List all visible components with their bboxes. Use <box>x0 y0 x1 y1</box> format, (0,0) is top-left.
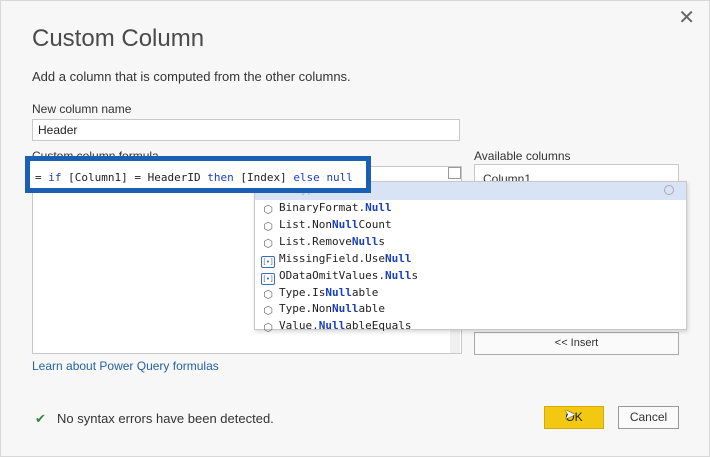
formula-keyword-if: if <box>48 171 62 184</box>
new-column-name-label: New column name <box>32 102 132 116</box>
formula-part: = <box>35 171 49 184</box>
formula-keyword-then: then <box>207 171 234 184</box>
field-icon: [•] <box>261 255 275 268</box>
autocomplete-item-match: Null <box>384 251 412 265</box>
function-icon: ⬡ <box>263 219 273 233</box>
autocomplete-item[interactable]: ⬡ BinaryFormat.Null <box>261 201 681 218</box>
autocomplete-item[interactable]: ⬡ List.NonNullCount <box>261 218 681 235</box>
autocomplete-item-match: Null <box>325 285 352 299</box>
learn-power-query-link[interactable]: Learn about Power Query formulas <box>32 359 219 373</box>
syntax-status-text: No syntax errors have been detected. <box>57 411 274 426</box>
formula-keyword-null: null <box>326 171 353 184</box>
autocomplete-item[interactable]: ⬡ Type.IsNullable <box>261 286 681 303</box>
autocomplete-item-text: Type.Is <box>279 285 326 299</box>
formula-part: [Column1] = HeaderID <box>61 171 208 184</box>
autocomplete-item[interactable]: ⬡ Type.NonNullable <box>261 302 681 319</box>
autocomplete-item[interactable]: [•] MissingField.UseNull <box>261 252 681 269</box>
autocomplete-item-text: able <box>358 302 385 316</box>
function-icon: ⬡ <box>263 236 273 250</box>
autocomplete-item-text: Value. <box>279 319 319 333</box>
autocomplete-item-text: BinaryFormat. <box>279 201 366 214</box>
dialog-title: Custom Column <box>32 25 205 52</box>
custom-column-dialog: ✕ Custom Column Add a column that is com… <box>0 0 710 457</box>
function-icon: ⬡ <box>263 321 273 335</box>
autocomplete-item-match: Null <box>331 302 359 316</box>
new-column-name-input[interactable] <box>32 119 460 141</box>
autocomplete-item-text: List.Non <box>279 217 332 231</box>
autocomplete-dropdown[interactable]: Null.Type ⬡BinaryFormat.Null⬡List.NonNul… <box>254 181 687 334</box>
formula-scroll-button[interactable] <box>448 167 461 179</box>
autocomplete-item[interactable]: [•] ODataOmitValues.Nulls <box>261 269 681 286</box>
autocomplete-item-text: s <box>378 234 385 248</box>
close-icon[interactable]: ✕ <box>678 7 695 27</box>
autocomplete-item-text: able <box>351 285 379 299</box>
autocomplete-item-match: Null <box>384 268 412 282</box>
autocomplete-item-text: MissingField.Use <box>279 251 385 265</box>
formula-text[interactable]: = if [Column1] = HeaderID then [Index] e… <box>35 171 353 184</box>
field-icon: [•] <box>261 272 275 285</box>
autocomplete-item-match: Null <box>331 217 359 231</box>
autocomplete-item-match: Null <box>351 234 379 248</box>
dialog-subtitle: Add a column that is computed from the o… <box>32 69 351 84</box>
autocomplete-item-text: ableEquals <box>345 319 412 333</box>
autocomplete-item-text: ODataOmitValues. <box>279 268 385 282</box>
autocomplete-item[interactable]: ⬡ List.RemoveNulls <box>261 235 681 252</box>
autocomplete-item-match: Null <box>318 319 346 333</box>
autocomplete-item-text: List.Remove <box>279 234 352 248</box>
formula-keyword-else: else <box>293 171 320 184</box>
function-icon: ⬡ <box>263 203 273 216</box>
autocomplete-item-text: Type.Non <box>279 302 332 316</box>
cancel-button[interactable]: Cancel <box>618 406 679 429</box>
check-icon: ✔ <box>35 412 46 427</box>
available-columns-label: Available columns <box>474 149 571 163</box>
info-icon[interactable] <box>664 185 674 195</box>
autocomplete-item-match: Null <box>365 201 392 214</box>
function-icon: ⬡ <box>263 287 273 301</box>
autocomplete-item[interactable]: ⬡ Value.NullableEquals <box>261 319 681 336</box>
mouse-cursor-icon: ➤ <box>564 407 576 423</box>
function-icon: ⬡ <box>263 304 273 318</box>
autocomplete-item-text: Count <box>358 217 392 231</box>
autocomplete-item-text: s <box>411 268 419 282</box>
syntax-status: ✔ No syntax errors have been detected. <box>35 411 274 427</box>
formula-part: [Index] <box>233 171 294 184</box>
